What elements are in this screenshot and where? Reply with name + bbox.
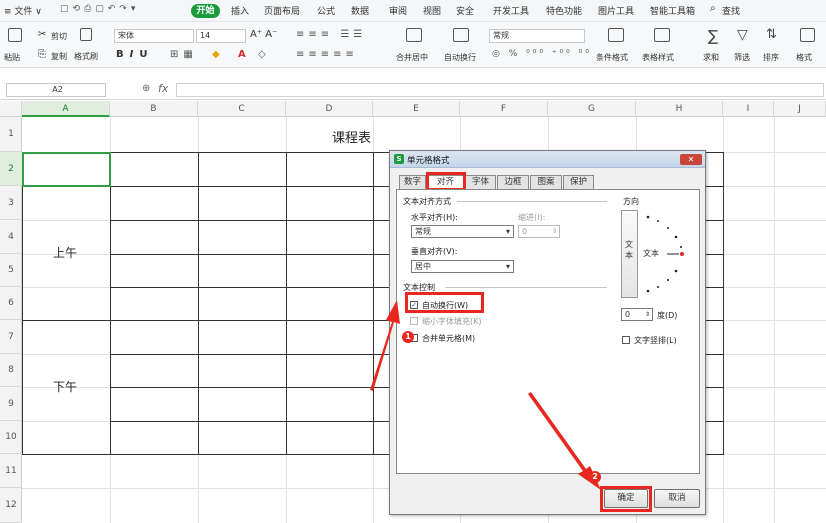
- step-1-badge: 1: [402, 331, 414, 343]
- annotation-arrows: [370, 300, 601, 490]
- step-2-badge: 2: [589, 471, 601, 483]
